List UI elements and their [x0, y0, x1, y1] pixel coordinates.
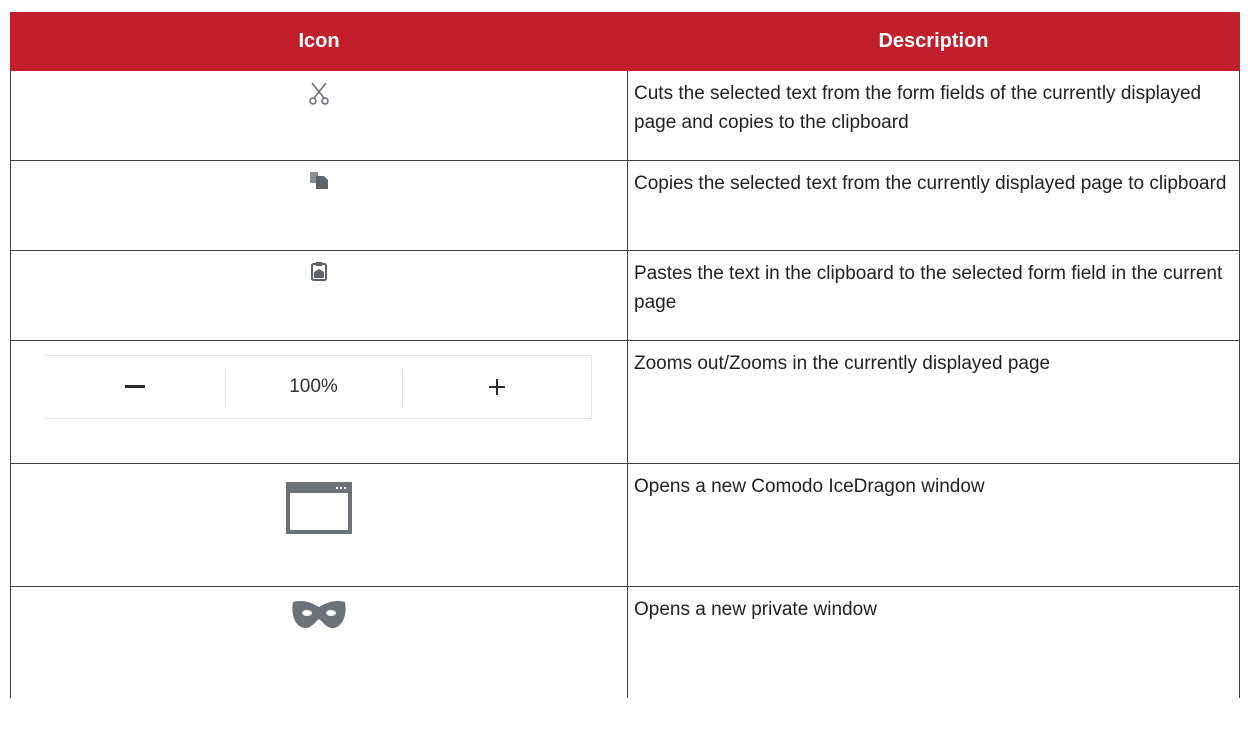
table-row: Pastes the text in the clipboard to the … — [10, 250, 1240, 341]
description-cell: Copies the selected text from the curren… — [627, 160, 1240, 251]
icon-description-table: Icon Description Cuts the selected text … — [10, 12, 1240, 698]
header-icon: Icon — [10, 12, 628, 71]
description-cell: Opens a new Comodo IceDragon window — [627, 463, 1240, 587]
table-header-row: Icon Description — [10, 12, 1240, 71]
header-description: Description — [627, 12, 1240, 71]
table-row: Cuts the selected text from the form fie… — [10, 70, 1240, 161]
clipboard-paste-icon — [310, 261, 328, 286]
description-cell: Pastes the text in the clipboard to the … — [627, 250, 1240, 341]
icon-cell — [10, 463, 628, 587]
scissors-icon — [308, 81, 330, 110]
icon-cell — [10, 70, 628, 161]
icon-cell: 100% — [10, 340, 628, 464]
icon-cell — [10, 250, 628, 341]
private-mask-icon — [290, 599, 348, 636]
table-row: Opens a new private window — [10, 586, 1240, 698]
icon-cell — [10, 160, 628, 251]
description-cell: Opens a new private window — [627, 586, 1240, 698]
zoom-control: 100% — [44, 355, 592, 419]
description-cell: Cuts the selected text from the form fie… — [627, 70, 1240, 161]
minus-icon — [124, 385, 145, 388]
zoom-level[interactable]: 100% — [225, 356, 402, 418]
plus-icon — [489, 379, 505, 395]
description-cell: Zooms out/Zooms in the currently display… — [627, 340, 1240, 464]
new-window-icon — [286, 482, 352, 539]
zoom-out-button[interactable] — [44, 356, 225, 418]
zoom-in-button[interactable] — [402, 356, 592, 418]
table-row: Copies the selected text from the curren… — [10, 160, 1240, 251]
icon-cell — [10, 586, 628, 698]
table-row: Opens a new Comodo IceDragon window — [10, 463, 1240, 587]
table-row: 100% Zooms out/Zooms in the currently di… — [10, 340, 1240, 464]
copy-icon — [309, 171, 329, 194]
